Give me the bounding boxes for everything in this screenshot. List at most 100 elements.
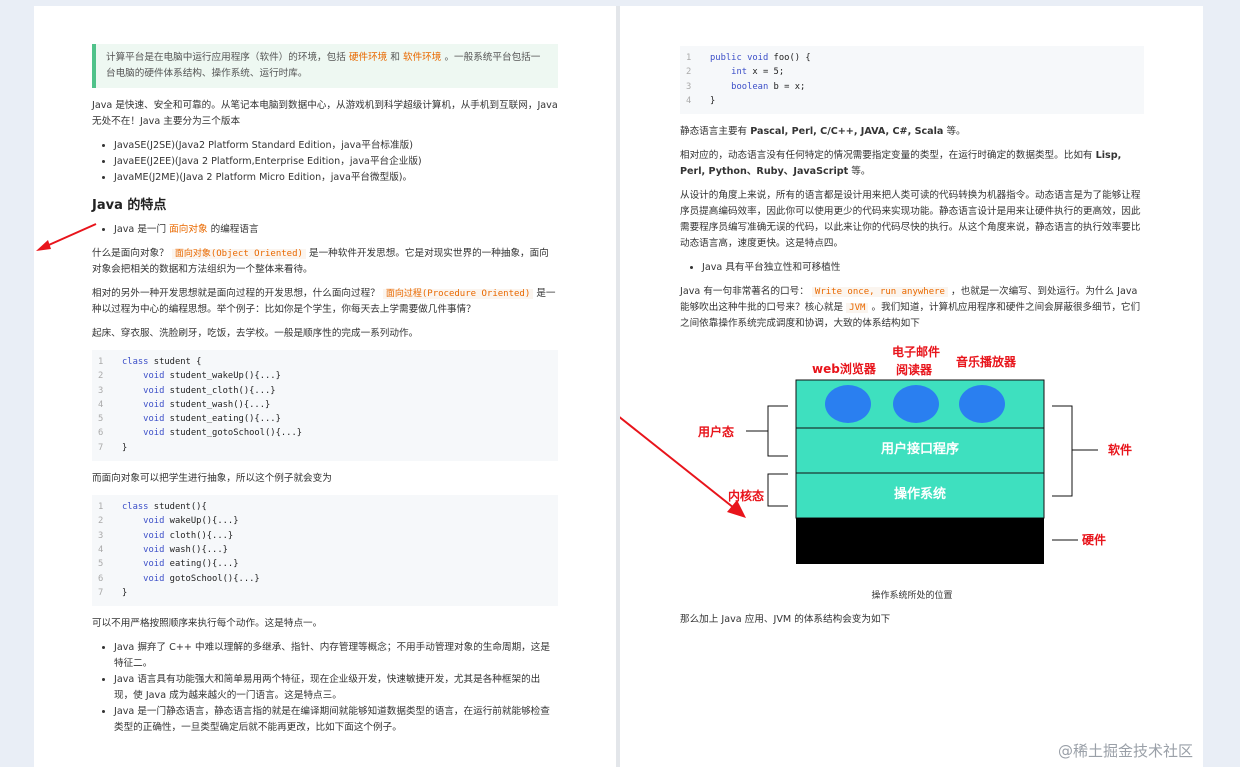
red-arrow-icon: [36, 223, 97, 251]
design-paragraph: 从设计的角度上来说，所有的语言都是设计用来把人类可读的代码转换为机器指令。动态语…: [680, 190, 1141, 250]
list-item: Java 是一门静态语言，静态语言指的就是在编译期间就能够知道数据类型的语言，在…: [114, 704, 558, 736]
list-item: Java 是一门 面向对象 的编程语言: [114, 222, 558, 238]
line-number: 1: [98, 502, 104, 513]
line-number: 1: [98, 357, 104, 367]
feature-one-paragraph: 可以不用严格按照顺序来执行每个动作。这是特点一。: [92, 618, 323, 630]
code-keyword: void: [122, 385, 165, 396]
code-keyword: void: [122, 399, 165, 410]
code-text: }: [122, 442, 128, 453]
code-line: 4 void student_wash(){...}: [92, 398, 558, 412]
inline-code: JVM: [846, 303, 869, 314]
red-arrow-icon: [620, 416, 746, 518]
code-text: student_wakeUp(){...}: [164, 371, 281, 382]
oop-highlight: 面向对象: [169, 224, 208, 235]
platform-list: Java 具有平台独立性和可移植性: [680, 260, 1144, 276]
code-line: 4}: [680, 94, 1144, 108]
static-languages-paragraph: 静态语言主要有 Pascal, Perl, C/C++, JAVA, C#, S…: [680, 124, 1144, 140]
app-label-reader: 阅读器: [896, 363, 933, 378]
code-block-student: 1 class student { 2 void student_wakeUp(){…: [92, 350, 558, 462]
code-keyword: void: [122, 428, 165, 439]
code-text: eating(){...}: [164, 559, 239, 570]
code-text: student_eating(){...}: [164, 414, 281, 425]
app-label-email: 电子邮件: [892, 345, 941, 360]
app-label-browser: web浏览器: [812, 362, 876, 377]
bold-text: Pascal, Perl, C/C++, JAVA, C#, Scala: [750, 126, 944, 138]
code-line: 3 void cloth(){...}: [92, 529, 558, 543]
code-line: 6 void student_gotoSchool(){...}: [92, 426, 558, 440]
text: 相对应的，动态语言没有任何特定的情况需要指定变量的类型，在运行时确定的数据类型。…: [680, 150, 1093, 162]
quote-text: 计算平台是在电脑中运行应用程序（软件）的环境，包括: [106, 52, 346, 63]
code-keyword: class: [122, 357, 149, 367]
line-number: 1: [686, 53, 692, 63]
os-label: 操作系统: [893, 487, 946, 503]
line-number: 6: [98, 428, 104, 439]
line-number: 4: [98, 544, 104, 555]
diagram-caption: 操作系统所处的位置: [871, 591, 953, 602]
code-text: cloth(){...}: [164, 530, 234, 541]
inline-code: 面向对象(Object Oriented): [171, 249, 306, 259]
code-line: 1 class student {: [92, 355, 558, 369]
line-number: 6: [98, 573, 104, 584]
code-line: 2 int x = 5;: [680, 65, 1144, 79]
line-number: 2: [98, 371, 104, 382]
app-bubble: [893, 385, 939, 424]
left-content: 计算平台是在电脑中运行应用程序（软件）的环境，包括 硬件环境 和 软件环境 。一…: [92, 44, 558, 744]
code-text: student_wash(){...}: [164, 399, 271, 410]
features-list: Java 摒弃了 C++ 中难以理解的多继承、指针、内存管理等概念；不用手动管理…: [92, 640, 558, 736]
code-line: 2 void student_wakeUp(){...}: [92, 369, 558, 383]
text: 等。: [851, 166, 871, 178]
code-keyword: class: [122, 502, 149, 513]
code-text: b = x;: [768, 81, 806, 92]
line-number: 7: [98, 442, 104, 453]
code-line: 7}: [92, 586, 558, 600]
code-keyword: int: [710, 67, 748, 78]
code-text: wakeUp(){...}: [164, 516, 239, 527]
quote-highlight-software: 软件环境: [403, 52, 442, 63]
code-line: 5 void eating(){...}: [92, 557, 558, 571]
oop-paragraph: 什么是面向对象？ 面向对象(Object Oriented) 是一种软件开发思想…: [92, 246, 558, 278]
code-text: }: [710, 95, 716, 106]
line-number: 2: [686, 67, 692, 78]
line-number: 2: [98, 516, 104, 527]
right-page: 1 public void foo() {2 int x = 5; 3 boolea…: [620, 6, 1203, 767]
code-block-student-abstract: 1 class student(){2 void wakeUp(){...} 3 v…: [92, 495, 558, 607]
code-text: student_cloth(){...}: [164, 385, 276, 396]
code-line: 3 boolean b = x;: [680, 80, 1144, 94]
dynamic-languages-paragraph: 相对应的，动态语言没有任何特定的情况需要指定变量的类型，在运行时确定的数据类型。…: [680, 148, 1144, 180]
line-number: 4: [98, 399, 104, 410]
text: Java 是一门: [114, 224, 167, 235]
code-block-foo: 1 public void foo() {2 int x = 5; 3 boolea…: [680, 46, 1144, 115]
routine-paragraph: 起床、穿衣服、洗脸刷牙，吃饭，去学校。一般是顺序性的完成一系列动作。: [92, 328, 419, 339]
code-line: 6 void gotoSchool(){...}: [92, 572, 558, 586]
code-keyword: void: [122, 530, 165, 541]
code-text: wash(){...}: [164, 544, 228, 555]
text: 的编程语言: [210, 224, 259, 235]
list-item: JavaSE(J2SE)(Java2 Platform Standard Edi…: [114, 138, 558, 154]
code-text: student {: [148, 357, 202, 367]
line-number: 3: [686, 81, 692, 92]
intro-paragraph: Java 是快速、安全和可靠的。从笔记本电脑到数据中心，从游戏机到科学超级计算机…: [92, 100, 558, 127]
app-bubble: [959, 385, 1005, 424]
code-line: 1 public void foo() {: [680, 51, 1144, 65]
code-keyword: void: [122, 544, 165, 555]
code-text: x = 5;: [747, 67, 785, 78]
code-line: 3 void student_cloth(){...}: [92, 384, 558, 398]
line-number: 3: [98, 530, 104, 541]
code-line: 5 void student_eating(){...}: [92, 412, 558, 426]
code-line: 2 void wakeUp(){...}: [92, 514, 558, 528]
line-number: 5: [98, 559, 104, 570]
list-item: Java 具有平台独立性和可移植性: [702, 260, 1144, 276]
line-number: 7: [98, 587, 104, 598]
quote-highlight-hardware: 硬件环境: [348, 52, 388, 63]
line-number: 5: [98, 414, 104, 425]
list-item: Java 语言具有功能强大和简单易用两个特征，现在企业级开发，快速敏捷开发，尤其…: [114, 672, 558, 704]
line-number: 3: [98, 385, 104, 396]
final-paragraph: 那么加上 Java 应用、JVM 的体系结构会变为如下: [680, 614, 891, 626]
code-line: 1 class student(){: [92, 500, 558, 514]
code-keyword: void: [122, 573, 165, 584]
code-keyword: boolean: [710, 81, 769, 92]
text: 静态语言主要有: [680, 126, 748, 138]
watermark: @稀土掘金技术社区: [1057, 742, 1193, 760]
code-line: 7}: [92, 441, 558, 455]
text: 等。: [946, 126, 966, 138]
